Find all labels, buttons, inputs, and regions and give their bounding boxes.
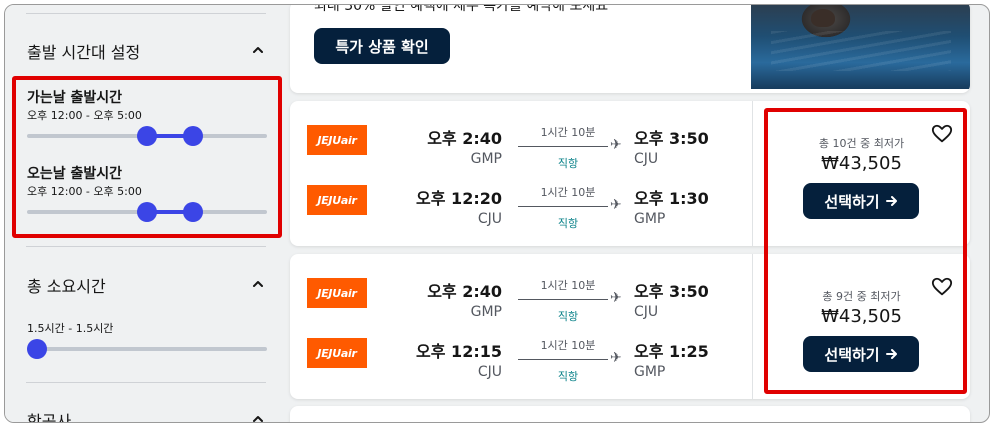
promo-image xyxy=(751,5,970,89)
app-window: 출발 시간대 설정 가는날 출발시간 오후 12:00 - 오후 5:00 오는… xyxy=(4,4,990,423)
airline-section-title: 항공사 xyxy=(27,412,72,423)
outbound-leg: JEJUair 오후 2:40 GMP 1시간 10분 ✈ 직항 오후 3:50… xyxy=(290,268,750,328)
chevron-up-icon[interactable] xyxy=(251,277,265,291)
stops-label: 직항 xyxy=(557,157,579,170)
plane-icon: ✈ xyxy=(610,290,622,306)
arrival-airport: CJU xyxy=(634,304,659,320)
outbound-time-slider[interactable] xyxy=(27,126,267,146)
select-button-label: 선택하기 xyxy=(824,192,880,211)
filter-sidebar: 출발 시간대 설정 가는날 출발시간 오후 12:00 - 오후 5:00 오는… xyxy=(5,5,288,423)
departure-time: 오후 12:20 xyxy=(416,189,502,208)
select-button-label: 선택하기 xyxy=(824,345,880,364)
select-button[interactable]: 선택하기 xyxy=(803,336,919,372)
price: ₩43,505 xyxy=(821,153,902,174)
arrow-right-icon xyxy=(885,349,897,359)
arrival-time: 오후 3:50 xyxy=(634,129,709,148)
airline-logo: JEJUair xyxy=(307,125,367,155)
flight-duration: 1시간 10분 xyxy=(540,339,596,352)
promo-card: 최대 30% 할인 혜택에 제주 특가를 예약해 보세요 특가 상품 확인 xyxy=(290,4,970,93)
airline-logo: JEJUair xyxy=(307,278,367,308)
heart-icon[interactable] xyxy=(931,276,953,298)
outbound-slider-end-handle[interactable] xyxy=(182,126,203,146)
departure-airport: GMP xyxy=(470,151,502,167)
plane-icon: ✈ xyxy=(610,137,622,153)
airline-logo: JEJUair xyxy=(307,185,367,215)
swimmer-figure xyxy=(811,9,835,27)
outbound-departure-range: 오후 12:00 - 오후 5:00 xyxy=(27,109,142,122)
return-slider-end-handle[interactable] xyxy=(182,202,203,222)
return-slider-start-handle[interactable] xyxy=(137,202,157,222)
promo-text: 최대 30% 할인 혜택에 제주 특가를 예약해 보세요 xyxy=(314,4,609,14)
view-deals-button[interactable]: 특가 상품 확인 xyxy=(314,28,450,64)
duration-slider[interactable] xyxy=(26,339,267,359)
return-leg: JEJUair 오후 12:15 CJU 1시간 10분 ✈ 직항 오후 1:2… xyxy=(290,328,750,388)
duration-slider-handle[interactable] xyxy=(26,339,47,359)
divider xyxy=(26,13,266,14)
departure-airport: GMP xyxy=(470,304,502,320)
stops-label: 직항 xyxy=(557,310,579,323)
return-time-slider[interactable] xyxy=(27,202,267,222)
arrival-airport: GMP xyxy=(634,211,666,227)
arrival-airport: CJU xyxy=(634,151,659,167)
outbound-slider-start-handle[interactable] xyxy=(137,126,157,146)
plane-icon: ✈ xyxy=(610,197,622,213)
departure-airport: CJU xyxy=(477,364,502,380)
chevron-up-icon[interactable] xyxy=(251,412,265,423)
route-line xyxy=(518,299,608,300)
flight-result-card[interactable]: JEJUair 오후 2:40 GMP 1시간 10분 ✈ 직항 오후 3:50… xyxy=(290,254,970,399)
route-line xyxy=(518,359,608,360)
flight-duration: 1시간 10분 xyxy=(540,279,596,292)
departure-time: 오후 2:40 xyxy=(427,129,502,148)
outbound-departure-label: 가는날 출발시간 xyxy=(27,90,123,106)
route-line xyxy=(518,146,608,147)
arrival-airport: GMP xyxy=(634,364,666,380)
departure-time: 오후 12:15 xyxy=(416,342,502,361)
stops-label: 직항 xyxy=(557,217,579,230)
flight-result-card[interactable] xyxy=(290,406,970,422)
departure-time: 오후 2:40 xyxy=(427,282,502,301)
duration-section-title: 총 소요시간 xyxy=(27,277,106,296)
price: ₩43,505 xyxy=(821,306,902,327)
outbound-leg: JEJUair 오후 2:40 GMP 1시간 10분 ✈ 직항 오후 3:50… xyxy=(290,115,750,175)
duration-range: 1.5시간 - 1.5시간 xyxy=(27,322,114,335)
departure-time-section-title: 출발 시간대 설정 xyxy=(27,43,141,62)
return-departure-label: 오는날 출발시간 xyxy=(27,166,123,182)
departure-airport: CJU xyxy=(477,211,502,227)
divider xyxy=(26,246,266,247)
return-leg: JEJUair 오후 12:20 CJU 1시간 10분 ✈ 직항 오후 1:3… xyxy=(290,175,750,235)
flight-duration: 1시간 10분 xyxy=(540,186,596,199)
chevron-up-icon[interactable] xyxy=(251,43,265,57)
route-line xyxy=(518,206,608,207)
airline-logo: JEJUair xyxy=(307,338,367,368)
flight-result-card[interactable]: JEJUair 오후 2:40 GMP 1시간 10분 ✈ 직항 오후 3:50… xyxy=(290,101,970,246)
arrival-time: 오후 3:50 xyxy=(634,282,709,301)
return-departure-range: 오후 12:00 - 오후 5:00 xyxy=(27,185,142,198)
plane-icon: ✈ xyxy=(610,350,622,366)
heart-icon[interactable] xyxy=(931,123,953,145)
select-button[interactable]: 선택하기 xyxy=(803,183,919,219)
arrow-right-icon xyxy=(885,196,897,206)
water-ripple xyxy=(771,31,951,71)
arrival-time: 오후 1:30 xyxy=(634,189,709,208)
flight-duration: 1시간 10분 xyxy=(540,126,596,139)
arrival-time: 오후 1:25 xyxy=(634,342,709,361)
divider xyxy=(26,382,266,383)
stops-label: 직항 xyxy=(557,370,579,383)
